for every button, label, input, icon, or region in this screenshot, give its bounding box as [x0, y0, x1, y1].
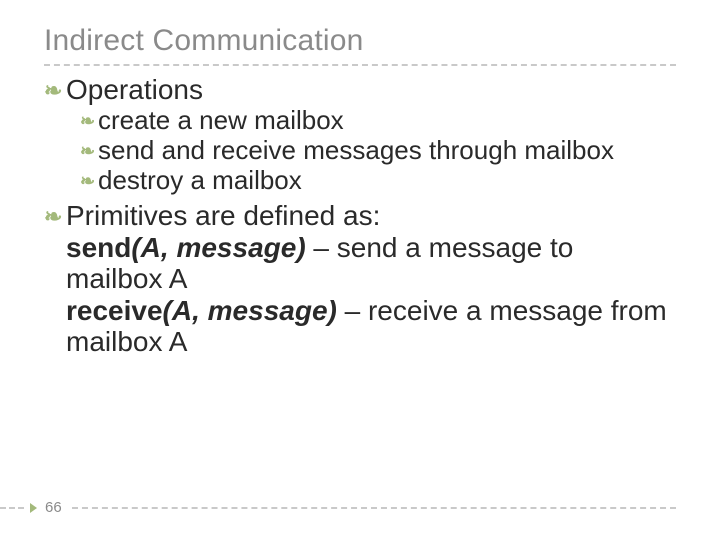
- footer-marker-icon: [30, 503, 37, 513]
- slide-title: Indirect Communication: [44, 24, 676, 58]
- bullet-icon: ❧: [44, 77, 66, 105]
- keyword-receive: receive: [66, 295, 163, 326]
- keyword-send: send: [66, 232, 131, 263]
- primitives-definitions: send(A, message) – send a message to mai…: [66, 232, 676, 357]
- args-send: (A, message): [131, 232, 305, 263]
- sub-bullet: ❧ create a new mailbox: [80, 106, 676, 136]
- slide-body: ❧ Operations ❧ create a new mailbox ❧ se…: [44, 74, 676, 357]
- primitive-receive: receive(A, message) – receive a message …: [66, 295, 676, 358]
- title-divider: [44, 64, 676, 66]
- bullet-text: create a new mailbox: [98, 106, 344, 136]
- primitive-send: send(A, message) – send a message to mai…: [66, 232, 676, 295]
- bullet-text: Operations: [66, 74, 203, 106]
- bullet-text: send and receive messages through mailbo…: [98, 136, 614, 166]
- bullet-operations: ❧ Operations: [44, 74, 676, 106]
- footer-divider-right: [72, 507, 676, 509]
- bullet-text: destroy a mailbox: [98, 166, 302, 196]
- bullet-primitives: ❧ Primitives are defined as:: [44, 200, 676, 232]
- bullet-icon: ❧: [80, 140, 98, 163]
- footer-divider-left: [0, 507, 24, 509]
- sub-bullet: ❧ send and receive messages through mail…: [80, 136, 676, 166]
- bullet-icon: ❧: [44, 203, 66, 231]
- slide: Indirect Communication ❧ Operations ❧ cr…: [0, 0, 720, 540]
- bullet-icon: ❧: [80, 170, 98, 193]
- args-receive: (A, message): [163, 295, 337, 326]
- bullet-text: Primitives are defined as:: [66, 200, 380, 232]
- bullet-icon: ❧: [80, 110, 98, 133]
- sub-bullet: ❧ destroy a mailbox: [80, 166, 676, 196]
- slide-footer: 66: [0, 499, 720, 516]
- page-number: 66: [45, 499, 62, 516]
